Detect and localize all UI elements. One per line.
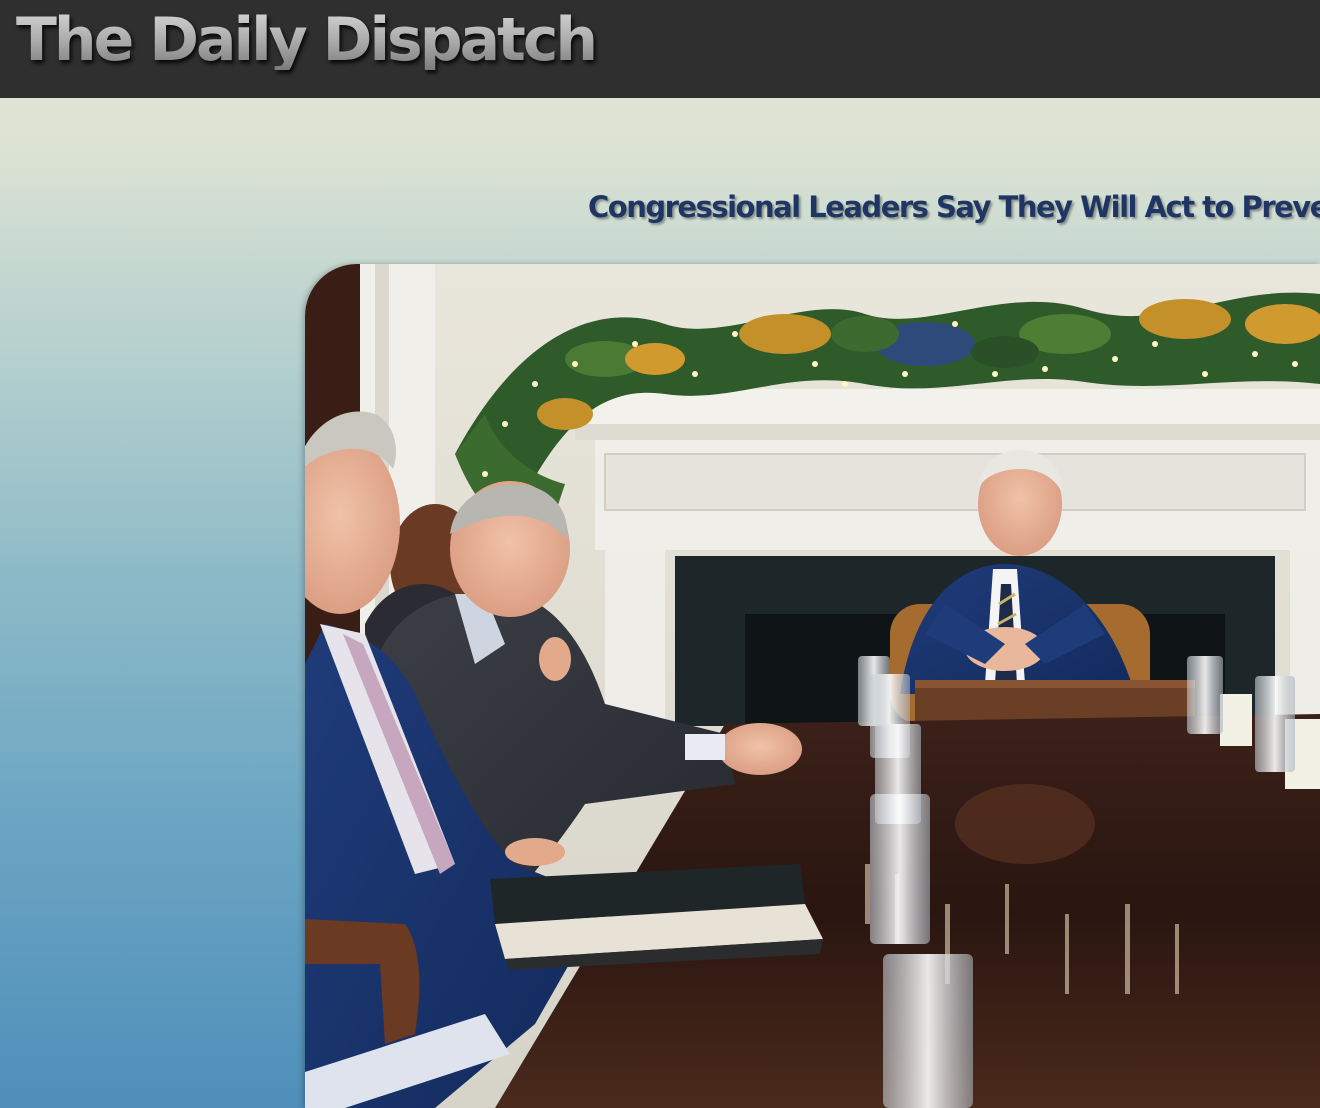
headline-area: Congressional Leaders Say They Will Act …	[0, 150, 1320, 250]
article-headline[interactable]: Congressional Leaders Say They Will Act …	[588, 190, 1320, 225]
site-title[interactable]: The Daily Dispatch	[16, 10, 598, 70]
site-header: The Daily Dispatch	[0, 0, 1320, 98]
article-photo[interactable]	[305, 264, 1320, 1108]
article-photo-illustration	[305, 264, 1320, 1108]
